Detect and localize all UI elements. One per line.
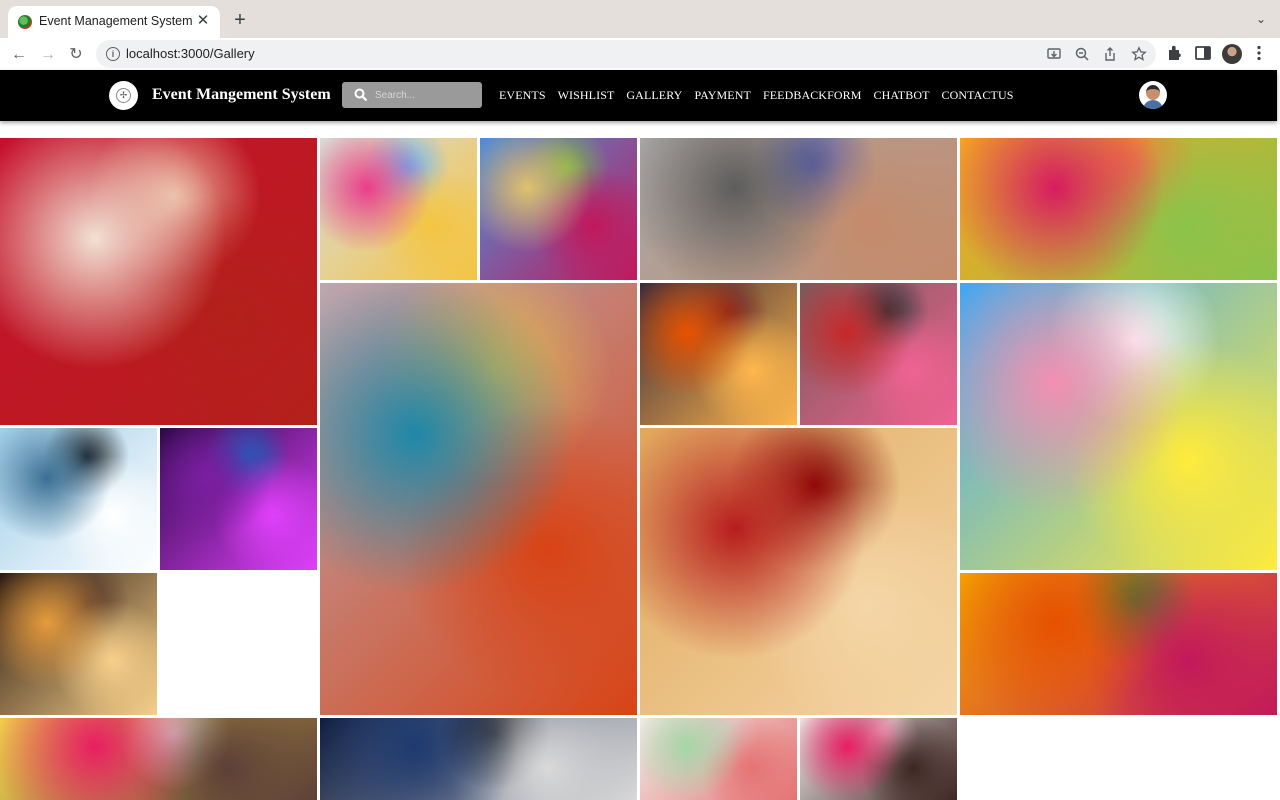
nav-feedbackform[interactable]: FEEDBACKFORM bbox=[763, 88, 862, 103]
nav-contactus[interactable]: CONTACTUS bbox=[942, 88, 1014, 103]
logo-emblem-icon: ✢ bbox=[116, 88, 131, 103]
search-icon bbox=[354, 88, 368, 102]
nav-payment[interactable]: PAYMENT bbox=[694, 88, 751, 103]
search-input[interactable] bbox=[375, 86, 475, 104]
photo-kids-birthday-party[interactable] bbox=[320, 138, 477, 280]
tab-title: Event Management System bbox=[39, 14, 193, 28]
nav-gallery[interactable]: GALLERY bbox=[626, 88, 682, 103]
photo-ganesh-festival[interactable] bbox=[640, 283, 797, 425]
photo-bride-yellow-saree[interactable] bbox=[0, 718, 317, 800]
favicon-icon bbox=[18, 15, 32, 29]
browser-toolbar: ← → ↻ i localhost:3000/Gallery bbox=[0, 38, 1280, 70]
photo-wedding-hands-garland[interactable] bbox=[0, 138, 317, 425]
site-info-icon[interactable]: i bbox=[106, 47, 120, 61]
zoom-icon[interactable] bbox=[1074, 46, 1090, 62]
photo-street-dance-crowd[interactable] bbox=[640, 138, 957, 280]
browser-tab-strip: Event Management System ✕ + ⌄ bbox=[0, 0, 1280, 38]
photo-haldi-flower-backdrop[interactable] bbox=[960, 573, 1277, 715]
photo-holi-crowd-temple[interactable] bbox=[480, 138, 637, 280]
photo-couple-moon-sea[interactable] bbox=[0, 428, 157, 570]
new-tab-button[interactable]: + bbox=[229, 9, 251, 31]
photo-party-confetti-cake[interactable] bbox=[960, 283, 1277, 570]
photo-groom-white-kurta[interactable] bbox=[640, 718, 797, 800]
nav-events[interactable]: EVENTS bbox=[499, 88, 546, 103]
side-panel-icon[interactable] bbox=[1193, 43, 1213, 63]
close-tab-icon[interactable]: ✕ bbox=[194, 12, 212, 30]
user-avatar[interactable] bbox=[1139, 81, 1167, 109]
nav-wishlist[interactable]: WISHLIST bbox=[558, 88, 615, 103]
extensions-icon[interactable] bbox=[1165, 43, 1185, 63]
photo-folk-dance-group[interactable] bbox=[800, 283, 957, 425]
photo-holi-color-splash[interactable] bbox=[960, 138, 1277, 280]
forward-button[interactable]: → bbox=[37, 44, 59, 66]
browser-tab-active[interactable]: Event Management System ✕ bbox=[8, 6, 220, 38]
back-button[interactable]: ← bbox=[8, 44, 30, 66]
profile-icon[interactable] bbox=[1222, 44, 1242, 64]
photo-bride-blue-saree[interactable] bbox=[320, 283, 637, 715]
install-icon[interactable] bbox=[1046, 46, 1062, 62]
photo-friends-sparklers-night[interactable] bbox=[0, 573, 157, 715]
avatar-body bbox=[1143, 100, 1163, 109]
url-text[interactable]: localhost:3000/Gallery bbox=[126, 46, 255, 61]
kebab-menu-icon[interactable] bbox=[1249, 43, 1269, 63]
tab-search-chevron-icon[interactable]: ⌄ bbox=[1254, 12, 1268, 26]
reload-button[interactable]: ↻ bbox=[65, 44, 87, 66]
photo-night-sky-moon[interactable] bbox=[320, 718, 637, 800]
address-bar[interactable]: i localhost:3000/Gallery bbox=[96, 40, 1156, 68]
bookmark-star-icon[interactable] bbox=[1131, 46, 1147, 62]
nav-chatbot[interactable]: CHATBOT bbox=[874, 88, 930, 103]
photo-woman-pink-saree[interactable] bbox=[800, 718, 957, 800]
share-icon[interactable] bbox=[1102, 46, 1118, 62]
brand-title[interactable]: Event Mangement System bbox=[152, 86, 331, 104]
photo-henna-hands-closeup[interactable] bbox=[640, 428, 957, 715]
avatar-face bbox=[1146, 85, 1160, 100]
photo-concert-purple-lights[interactable] bbox=[160, 428, 317, 570]
search-box[interactable] bbox=[342, 82, 482, 108]
app-navbar: ✢ Event Mangement System EVENTS WISHLIST… bbox=[0, 70, 1277, 121]
brand-logo[interactable]: ✢ bbox=[109, 81, 138, 110]
main-nav: EVENTS WISHLIST GALLERY PAYMENT FEEDBACK… bbox=[499, 88, 1026, 103]
